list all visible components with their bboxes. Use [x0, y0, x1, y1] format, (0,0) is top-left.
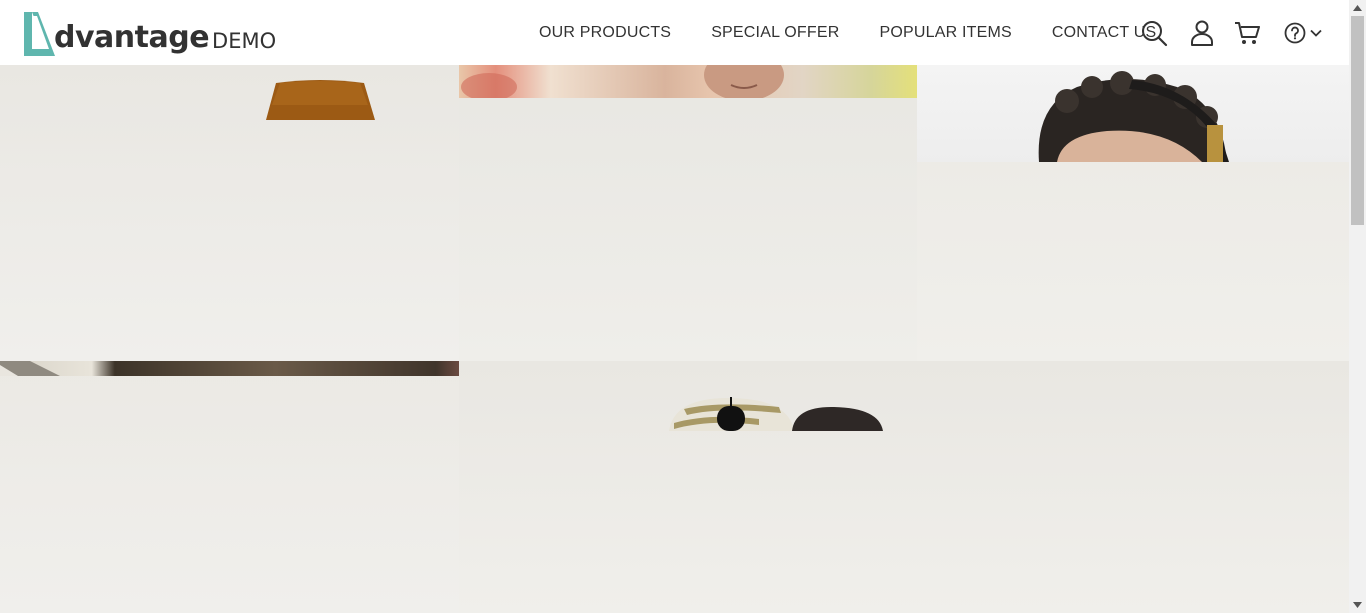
main-nav: OUR PRODUCTS SPECIAL OFFER POPULAR ITEMS…	[539, 0, 1156, 65]
tablets-image	[459, 65, 917, 98]
category-tile-speakers[interactable]	[0, 65, 459, 361]
page-scrollbar[interactable]	[1349, 0, 1366, 613]
speaker-image	[266, 80, 375, 120]
mice-image	[669, 397, 883, 431]
scrollbar-thumb[interactable]	[1351, 16, 1364, 225]
header-icons	[1140, 0, 1323, 65]
category-tile-tablets[interactable]	[459, 65, 917, 361]
cart-icon[interactable]	[1234, 20, 1260, 46]
scroll-up-arrow-icon[interactable]	[1349, 0, 1366, 16]
logo[interactable]: dvantage DEMO	[22, 9, 276, 57]
category-tile-mice[interactable]	[459, 361, 1349, 613]
laptops-image	[0, 361, 459, 376]
header: dvantage DEMO OUR PRODUCTS SPECIAL OFFER…	[0, 0, 1349, 65]
nav-popular-items[interactable]: POPULAR ITEMS	[879, 24, 1011, 42]
logo-mark-icon	[24, 12, 55, 56]
category-tile-laptops[interactable]	[0, 361, 459, 613]
chevron-down-icon[interactable]	[1309, 28, 1323, 38]
logo-suffix: DEMO	[212, 29, 277, 53]
search-icon[interactable]	[1140, 19, 1168, 47]
headphones-image	[917, 65, 1349, 162]
logo-text: dvantage	[54, 20, 210, 55]
help-icon[interactable]	[1284, 22, 1323, 44]
scroll-down-arrow-icon[interactable]	[1349, 597, 1366, 613]
nav-special-offer[interactable]: SPECIAL OFFER	[711, 24, 839, 42]
nav-our-products[interactable]: OUR PRODUCTS	[539, 24, 671, 42]
user-icon[interactable]	[1190, 19, 1214, 47]
